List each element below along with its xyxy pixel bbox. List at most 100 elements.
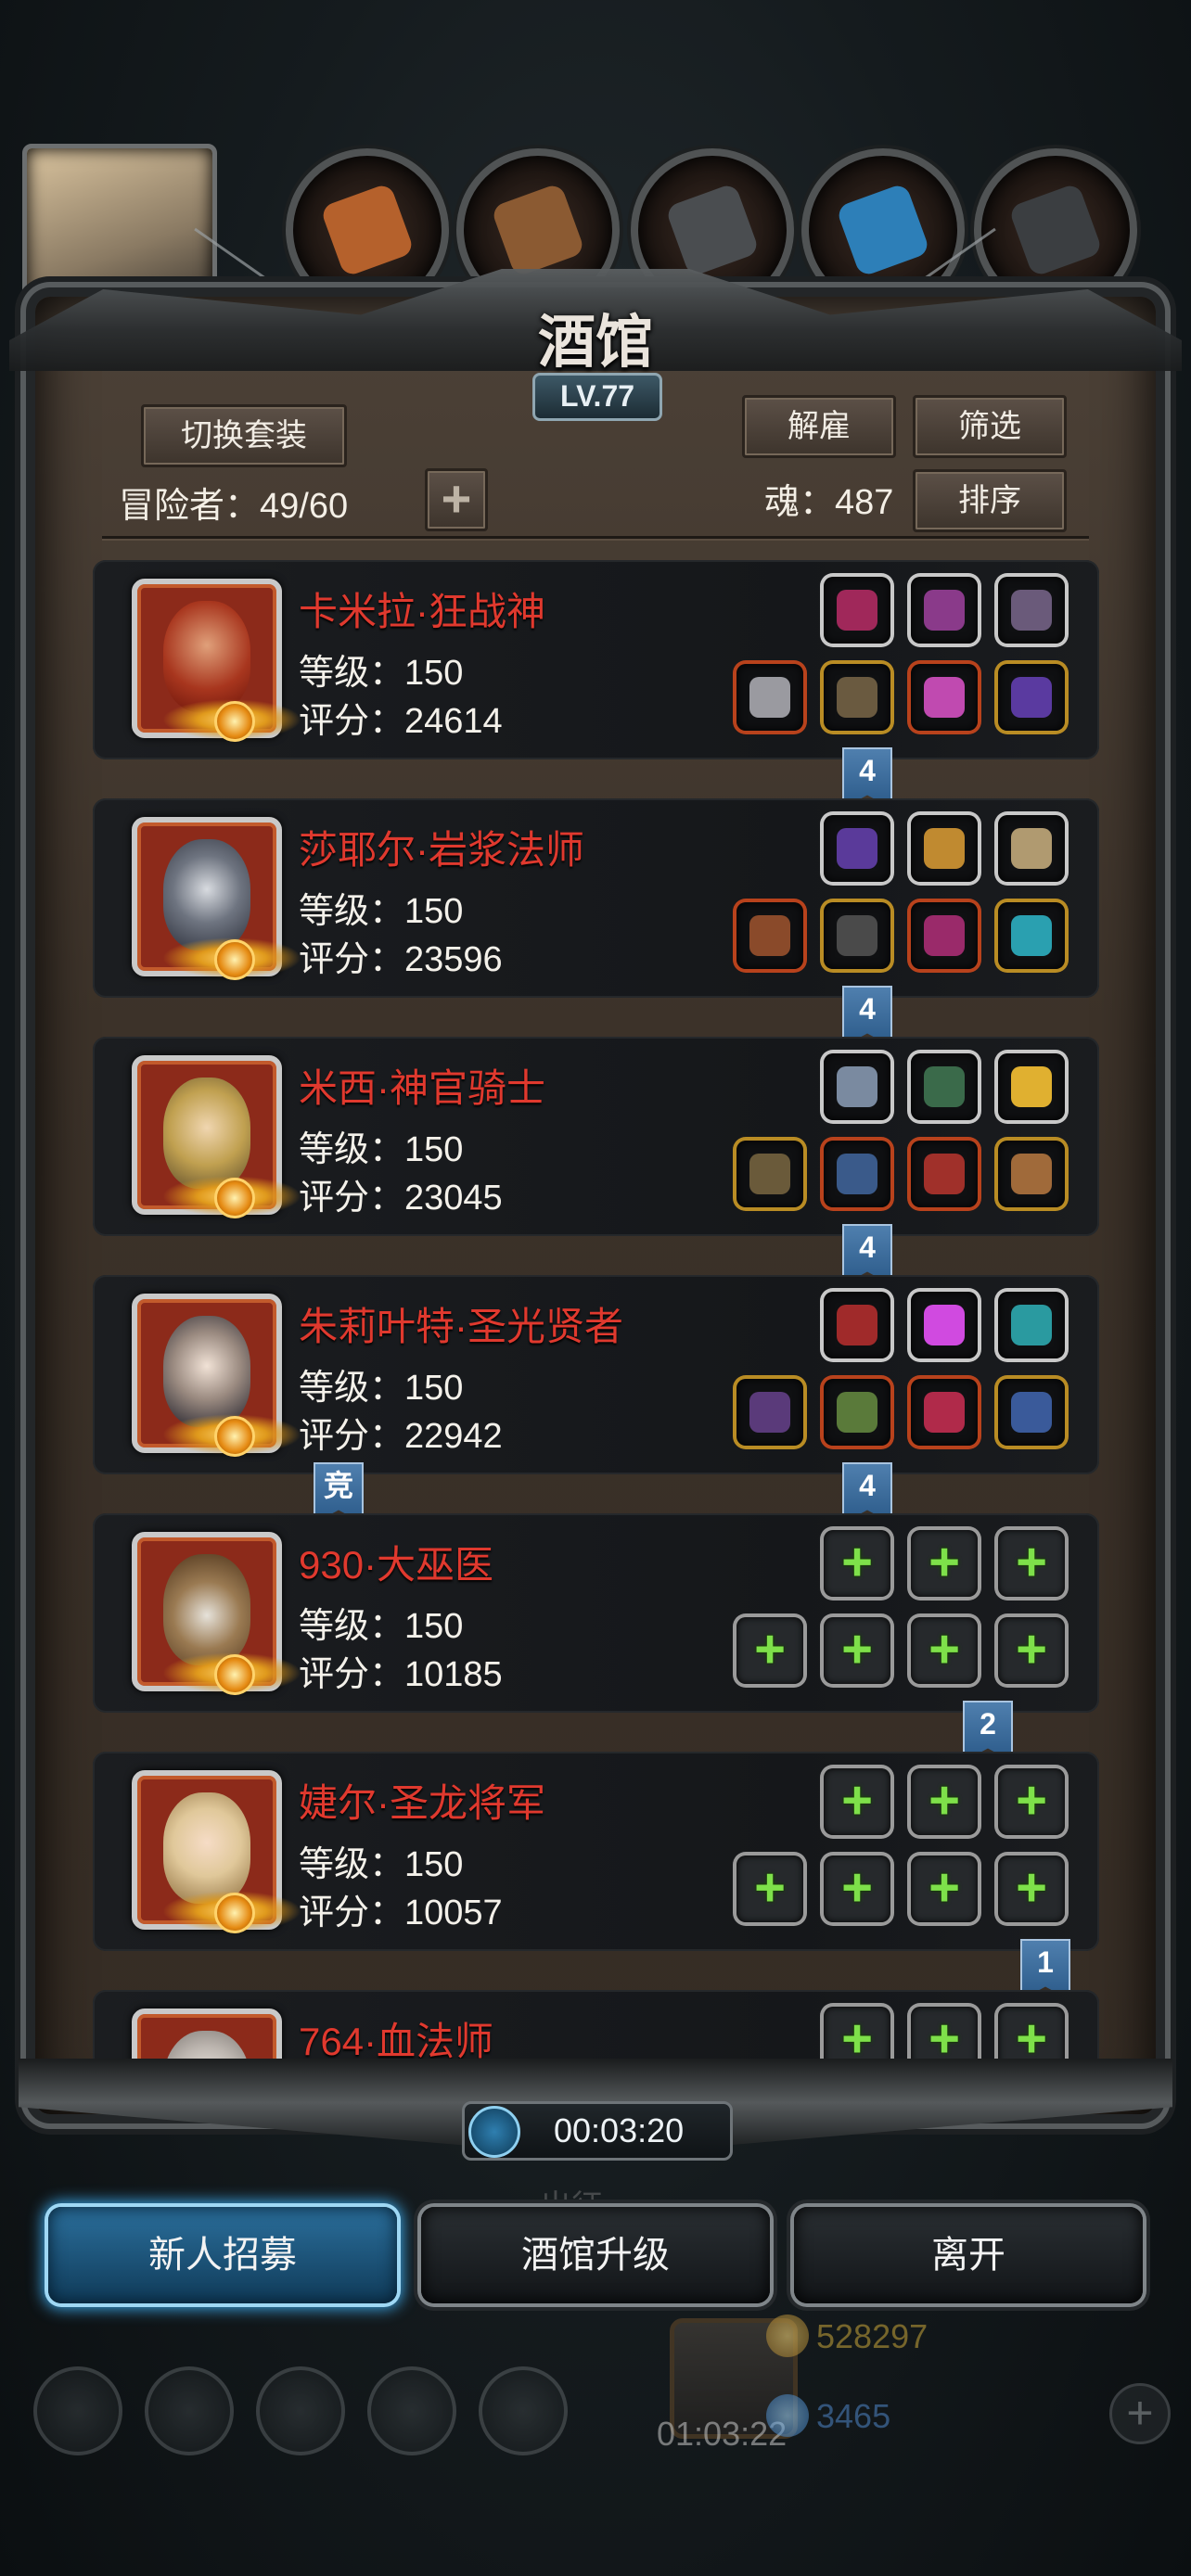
empty-slot-add-icon[interactable]: + <box>736 1855 803 1922</box>
star-rank-icon <box>162 1652 301 1695</box>
list-item[interactable]: 卡米拉·狂战神 等级：150 评分：24614 <box>93 560 1099 759</box>
equip-slot-potion[interactable] <box>911 1379 978 1446</box>
equip-slot-lantern[interactable] <box>911 815 978 882</box>
gold-value: 528297 <box>816 2317 928 2355</box>
empty-slot-add-icon[interactable]: + <box>911 1768 978 1835</box>
hero-level: 等级：150 <box>299 892 464 931</box>
equip-slot-lantern[interactable] <box>911 577 978 644</box>
equip-slot-stone[interactable] <box>998 1292 1065 1358</box>
star-rank-icon <box>162 1891 301 1933</box>
equip-slot-armor[interactable] <box>824 664 890 731</box>
switch-outfit-button[interactable]: 切换套装 <box>141 404 347 467</box>
star-rank-icon <box>162 699 301 742</box>
timer-text: 00:03:20 <box>554 2111 685 2149</box>
filter-button[interactable]: 筛选 <box>913 395 1067 458</box>
star-rank-icon <box>162 1176 301 1218</box>
list-item[interactable]: 米西·神官骑士 等级：150 评分：23045 <box>93 1037 1099 1236</box>
equip-slot-stone[interactable] <box>824 1053 890 1120</box>
upgrade-tavern-button[interactable]: 酒馆升级 <box>421 2207 770 2303</box>
hero-score: 评分：23596 <box>299 940 503 979</box>
material-slot-ore[interactable] <box>974 148 1137 312</box>
equip-slot-helm[interactable] <box>911 1141 978 1207</box>
list-item[interactable]: 930·大巫医 等级：150 评分：10185 + + + + + + + <box>93 1513 1099 1713</box>
mail-icon[interactable] <box>367 2366 456 2455</box>
recruit-timer: 00:03:20 <box>462 2101 733 2161</box>
achievement-icon[interactable] <box>145 2366 234 2455</box>
empty-slot-add-icon[interactable]: + <box>824 1617 890 1684</box>
hero-score: 评分：24614 <box>299 702 503 741</box>
empty-slot-add-icon[interactable]: + <box>998 1855 1065 1922</box>
equip-slot-potion[interactable] <box>824 1292 890 1358</box>
gem-icon <box>766 2394 809 2437</box>
shop-icon[interactable] <box>479 2366 568 2455</box>
gold-amount: 528297 <box>766 2313 928 2361</box>
equip-slot-amulet[interactable] <box>998 1379 1065 1446</box>
empty-slot-add-icon[interactable]: + <box>998 1768 1065 1835</box>
hero-name: 朱莉叶特·圣光贤者 <box>299 1305 623 1348</box>
hero-name: 莎耶尔·岩浆法师 <box>299 828 584 872</box>
hero-level: 等级：150 <box>299 1130 464 1169</box>
equip-slot-gem[interactable] <box>824 577 890 644</box>
equip-slot-gem[interactable] <box>911 1292 978 1358</box>
hero-name: 930·大巫医 <box>299 1543 494 1587</box>
hero-score: 评分：10057 <box>299 1894 503 1932</box>
equip-slot-armor[interactable] <box>824 1141 890 1207</box>
page-title: 酒馆 <box>537 308 653 376</box>
empty-slot-add-icon[interactable]: + <box>911 1855 978 1922</box>
tavern-level-badge: LV.77 <box>532 373 662 421</box>
divider <box>102 536 1089 539</box>
adventurer-count: 冒险者：49/60 <box>119 487 349 526</box>
equip-slot-armor[interactable] <box>824 1379 890 1446</box>
equip-slot-weapon[interactable] <box>736 1141 803 1207</box>
hero-list[interactable]: 卡米拉·狂战神 等级：150 评分：24614 4 莎耶尔·岩浆法师 等级：15… <box>93 556 1104 2072</box>
equip-slot-orb[interactable] <box>824 815 890 882</box>
list-item[interactable]: 莎耶尔·岩浆法师 等级：150 评分：23596 <box>93 798 1099 998</box>
empty-slot-add-icon[interactable]: + <box>998 1530 1065 1597</box>
guild-icon[interactable] <box>256 2366 345 2455</box>
equip-slot-weapon[interactable] <box>736 1379 803 1446</box>
gold-coin-icon <box>766 2315 809 2357</box>
empty-slot-add-icon[interactable]: + <box>998 1617 1065 1684</box>
add-currency-button[interactable]: + <box>1109 2383 1171 2444</box>
equip-slot-ring[interactable] <box>998 1141 1065 1207</box>
star-rank-icon <box>162 937 301 980</box>
leave-button[interactable]: 离开 <box>794 2207 1143 2303</box>
recruit-button[interactable]: 新人招募 <box>48 2207 397 2303</box>
material-slot-crystal[interactable] <box>801 148 965 312</box>
hero-level: 等级：150 <box>299 1845 464 1884</box>
list-item[interactable]: 朱莉叶特·圣光贤者 等级：150 评分：22942 <box>93 1275 1099 1474</box>
equip-slot-feather[interactable] <box>998 577 1065 644</box>
equip-slot-weapon[interactable] <box>736 664 803 731</box>
empty-slot-add-icon[interactable]: + <box>824 1855 890 1922</box>
equip-slot-armor[interactable] <box>824 902 890 969</box>
equip-slot-ring[interactable] <box>911 902 978 969</box>
hero-level: 等级：150 <box>299 1607 464 1646</box>
sort-button[interactable]: 排序 <box>913 469 1067 532</box>
empty-slot-add-icon[interactable]: + <box>911 1617 978 1684</box>
empty-slot-add-icon[interactable]: + <box>911 1530 978 1597</box>
hero-score: 评分：22942 <box>299 1417 503 1456</box>
equip-slot-star[interactable] <box>998 1053 1065 1120</box>
equip-slot-amulet[interactable] <box>998 664 1065 731</box>
settings-icon[interactable] <box>33 2366 122 2455</box>
list-item[interactable]: 婕尔·圣龙将军 等级：150 评分：10057 + + + + + + + <box>93 1752 1099 1951</box>
empty-slot-add-icon[interactable]: + <box>824 1768 890 1835</box>
equip-slot-weapon[interactable] <box>736 902 803 969</box>
expand-capacity-button[interactable]: + <box>425 468 488 531</box>
empty-slot-add-icon[interactable]: + <box>824 1530 890 1597</box>
hero-score: 评分：23045 <box>299 1179 503 1218</box>
empty-slot-add-icon[interactable]: + <box>736 1617 803 1684</box>
hero-level: 等级：150 <box>299 1369 464 1408</box>
hero-name: 卡米拉·狂战神 <box>299 590 545 633</box>
material-slot-leather[interactable] <box>286 148 449 312</box>
equip-slot-ring[interactable] <box>911 664 978 731</box>
dismiss-button[interactable]: 解雇 <box>742 395 896 458</box>
clock-icon <box>468 2106 520 2158</box>
player-portrait[interactable] <box>22 144 217 315</box>
equip-slot-compass[interactable] <box>998 815 1065 882</box>
equip-slot-orb[interactable] <box>911 1053 978 1120</box>
hero-level: 等级：150 <box>299 654 464 693</box>
gem-amount: 3465 <box>766 2392 890 2441</box>
star-rank-icon <box>162 1414 301 1457</box>
equip-slot-amulet[interactable] <box>998 902 1065 969</box>
